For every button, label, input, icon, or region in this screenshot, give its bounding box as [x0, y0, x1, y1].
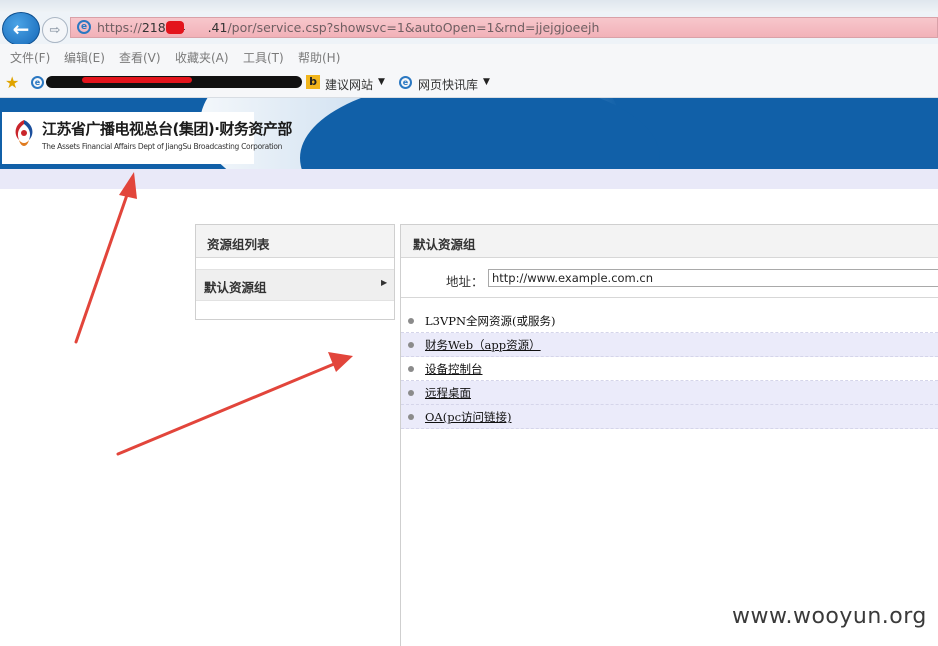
- menu-favorites[interactable]: 收藏夹(A): [175, 49, 229, 66]
- ie-page-icon: e: [77, 20, 91, 34]
- web-slice-gallery-link[interactable]: 网页快讯库: [418, 76, 478, 93]
- chevron-right-icon: ▶: [381, 278, 388, 287]
- divider: [401, 297, 938, 298]
- bullet-icon: [408, 390, 414, 396]
- bullet-icon: [408, 318, 414, 324]
- resource-link-remote-desktop[interactable]: 远程桌面: [425, 385, 471, 401]
- panel-header: 资源组列表: [196, 225, 394, 258]
- tab-strip: [0, 0, 938, 12]
- redaction-mark: [82, 77, 192, 83]
- banner-subbar: [0, 169, 938, 189]
- panel-header: 默认资源组: [401, 225, 938, 258]
- address-input[interactable]: [488, 269, 938, 287]
- chevron-down-icon[interactable]: ▼: [378, 77, 385, 87]
- favorites-star-icon[interactable]: ★: [5, 73, 19, 92]
- arrow-left-icon: ←: [12, 17, 30, 41]
- resource-row: L3VPN全网资源(或服务): [401, 309, 938, 333]
- menu-view[interactable]: 查看(V): [119, 49, 161, 66]
- ie-page-icon: e: [399, 76, 412, 89]
- resource-link-device-console[interactable]: 设备控制台: [425, 361, 483, 377]
- bing-icon: b: [306, 75, 320, 89]
- bullet-icon: [408, 414, 414, 420]
- menu-bar: 文件(F) 编辑(E) 查看(V) 收藏夹(A) 工具(T) 帮助(H): [0, 44, 938, 68]
- suggested-sites-link[interactable]: 建议网站: [325, 76, 373, 93]
- address-bar: ← ⇨ e https://218.94.41/por/service.csp?…: [0, 12, 938, 46]
- logo: 江苏省广播电视总台(集团)·财务资产部 The Assets Financial…: [2, 112, 292, 164]
- menu-edit[interactable]: 编辑(E): [64, 49, 105, 66]
- resource-group-item[interactable]: 默认资源组 ▶: [196, 269, 394, 301]
- resource-row: 远程桌面: [401, 381, 938, 405]
- redaction-mark: [166, 21, 184, 34]
- chevron-down-icon[interactable]: ▼: [483, 77, 490, 87]
- url-field[interactable]: e https://218.94.41/por/service.csp?show…: [70, 17, 938, 38]
- panel-title: 资源组列表: [207, 237, 270, 252]
- address-label: 地址：: [446, 274, 484, 289]
- logo-title-en: The Assets Financial Affairs Dept of Jia…: [42, 142, 283, 151]
- page-banner: 江苏省广播电视总台(集团)·财务资产部 The Assets Financial…: [0, 98, 938, 169]
- resource-list-panel: 默认资源组 地址： L3VPN全网资源(或服务) 财务Web（app资源） 设备…: [400, 224, 938, 646]
- annotation-arrow-resources: [116, 352, 353, 456]
- watermark: www.wooyun.org: [732, 604, 927, 629]
- banner-decoration: [300, 98, 660, 169]
- menu-file[interactable]: 文件(F): [10, 49, 50, 66]
- resource-link-finance-web[interactable]: 财务Web（app资源）: [425, 337, 541, 353]
- logo-title-cn: 江苏省广播电视总台(集团)·财务资产部: [42, 120, 292, 138]
- bullet-icon: [408, 342, 414, 348]
- resource-group-label: 默认资源组: [204, 280, 267, 295]
- resource-group-panel: 资源组列表 默认资源组 ▶: [195, 224, 395, 320]
- annotation-arrow-logo: [74, 172, 137, 344]
- resource-row: OA(pc访问链接): [401, 405, 938, 429]
- jsbc-logo-icon: [15, 120, 33, 146]
- arrow-right-icon: ⇨: [49, 22, 61, 38]
- panel-title: 默认资源组: [413, 237, 476, 252]
- bullet-icon: [408, 366, 414, 372]
- ie-page-icon: e: [31, 76, 44, 89]
- menu-help[interactable]: 帮助(H): [298, 49, 340, 66]
- favorites-bar: ★ e b 建议网站 ▼ e 网页快讯库 ▼: [0, 68, 938, 98]
- back-button[interactable]: ←: [2, 12, 40, 46]
- resource-row: 设备控制台: [401, 357, 938, 381]
- menu-tools[interactable]: 工具(T): [243, 49, 284, 66]
- resource-link-l3vpn[interactable]: L3VPN全网资源(或服务): [425, 313, 556, 329]
- resource-link-oa[interactable]: OA(pc访问链接): [425, 409, 512, 425]
- forward-button[interactable]: ⇨: [42, 17, 68, 43]
- resource-row: 财务Web（app资源）: [401, 333, 938, 357]
